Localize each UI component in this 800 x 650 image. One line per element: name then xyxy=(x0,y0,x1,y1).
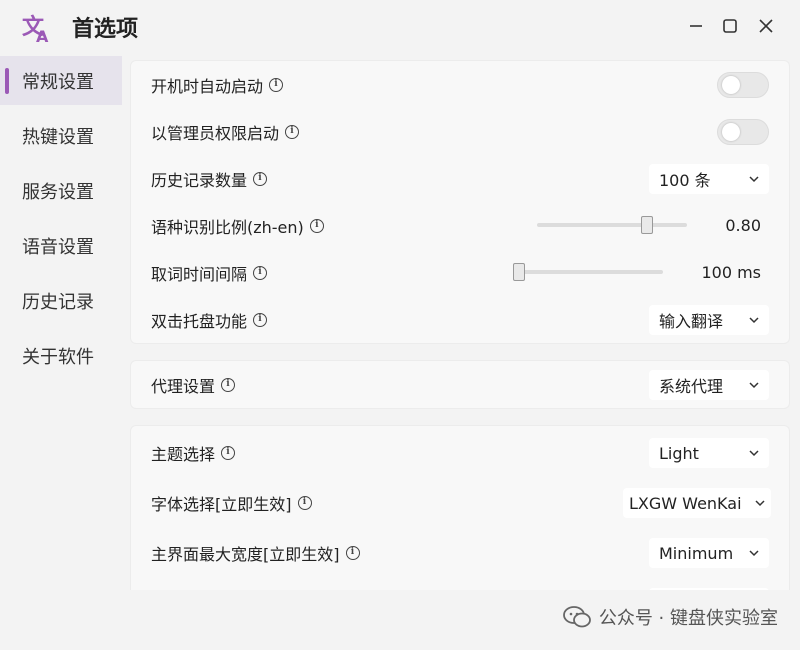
sidebar-item-label: 历史记录 xyxy=(22,291,94,313)
partial-select[interactable] xyxy=(649,588,769,590)
svg-text:A: A xyxy=(36,27,49,44)
info-icon[interactable]: i xyxy=(285,124,300,139)
admin-row: 以管理员权限启动 i xyxy=(131,108,789,155)
sidebar-item-history[interactable]: 历史记录 xyxy=(0,276,122,325)
chevron-down-icon xyxy=(749,175,759,182)
history-count-label: 历史记录数量 xyxy=(151,170,248,190)
tray-dblclick-select[interactable]: 输入翻译 xyxy=(649,304,769,335)
info-icon[interactable]: i xyxy=(309,218,324,233)
chevron-down-icon xyxy=(749,316,759,323)
font-select[interactable]: LXGW WenKai xyxy=(623,488,771,518)
width-row: 主界面最大宽度[立即生效] i Minimum xyxy=(131,528,789,578)
lang-ratio-slider-thumb[interactable] xyxy=(641,216,654,234)
sidebar-item-general[interactable]: 常规设置 xyxy=(0,56,122,105)
title-bar: 文 A 首选项 xyxy=(0,0,800,52)
font-label: 字体选择[立即生效] xyxy=(151,495,292,514)
admin-toggle[interactable] xyxy=(717,118,769,145)
interval-value: 100 ms xyxy=(701,263,761,282)
font-row: 字体选择[立即生效] i LXGW WenKai xyxy=(131,478,789,528)
minimize-icon xyxy=(690,25,702,27)
watermark: 公众号 · 键盘侠实验室 xyxy=(562,604,778,630)
theme-value: Light xyxy=(659,443,699,463)
tray-dblclick-row: 双击托盘功能 i 输入翻译 xyxy=(131,296,789,343)
interval-label: 取词时间间隔 xyxy=(151,264,248,284)
window-title: 首选项 xyxy=(72,17,139,42)
proxy-settings-card: 代理设置 i 系统代理 xyxy=(130,360,790,409)
interval-slider-track[interactable] xyxy=(513,270,663,274)
info-icon[interactable]: i xyxy=(253,265,268,280)
sidebar-item-label: 常规设置 xyxy=(22,71,94,93)
autostart-label: 开机时自动启动 xyxy=(151,76,264,96)
font-value: LXGW WenKai xyxy=(629,493,742,513)
minimize-button[interactable] xyxy=(684,14,708,38)
tray-dblclick-value: 输入翻译 xyxy=(659,311,724,331)
info-icon[interactable]: i xyxy=(269,77,284,92)
autostart-toggle[interactable] xyxy=(717,71,769,98)
theme-select[interactable]: Light xyxy=(649,438,769,468)
info-icon[interactable]: i xyxy=(297,496,312,510)
proxy-label: 代理设置 xyxy=(151,376,216,396)
close-button[interactable] xyxy=(754,14,778,38)
sidebar-item-about[interactable]: 关于软件 xyxy=(0,331,122,380)
sidebar-item-label: 服务设置 xyxy=(22,181,94,203)
chevron-down-icon xyxy=(755,500,765,507)
theme-label: 主题选择 xyxy=(151,445,216,464)
lang-ratio-label: 语种识别比例(zh-en) xyxy=(151,217,304,237)
width-label: 主界面最大宽度[立即生效] xyxy=(151,545,340,564)
maximize-icon xyxy=(723,19,737,33)
info-icon[interactable]: i xyxy=(253,171,268,186)
partial-row xyxy=(131,578,789,590)
width-select[interactable]: Minimum xyxy=(649,538,769,568)
sidebar-item-label: 热键设置 xyxy=(22,126,94,148)
sidebar-item-speech[interactable]: 语音设置 xyxy=(0,221,122,270)
info-icon[interactable]: i xyxy=(221,377,236,392)
info-icon[interactable]: i xyxy=(345,546,360,560)
history-count-value: 100 条 xyxy=(659,170,711,190)
proxy-value: 系统代理 xyxy=(659,376,724,396)
admin-label: 以管理员权限启动 xyxy=(151,123,280,143)
proxy-row: 代理设置 i 系统代理 xyxy=(131,361,789,408)
close-icon xyxy=(759,19,773,33)
watermark-text: 公众号 · 键盘侠实验室 xyxy=(598,608,778,629)
chevron-down-icon xyxy=(749,550,759,557)
interval-slider-thumb[interactable] xyxy=(513,263,525,281)
width-value: Minimum xyxy=(659,543,734,563)
settings-content[interactable]: 开机时自动启动 i 以管理员权限启动 i 历史记录数量 i 100 条 语种识别… xyxy=(130,60,790,590)
chevron-down-icon xyxy=(749,381,759,388)
lang-ratio-value: 0.80 xyxy=(725,216,761,235)
chevron-down-icon xyxy=(749,450,759,457)
sidebar-item-label: 关于软件 xyxy=(22,346,94,368)
sidebar: 常规设置 热键设置 服务设置 语音设置 历史记录 关于软件 xyxy=(0,56,122,386)
wechat-icon xyxy=(562,606,591,628)
sidebar-item-services[interactable]: 服务设置 xyxy=(0,166,122,215)
maximize-button[interactable] xyxy=(718,14,742,38)
lang-ratio-row: 语种识别比例(zh-en) i 0.80 xyxy=(131,202,789,249)
lang-ratio-slider-track[interactable] xyxy=(537,223,687,227)
tray-dblclick-label: 双击托盘功能 xyxy=(151,311,248,331)
translate-app-icon: 文 A xyxy=(22,14,49,44)
info-icon[interactable]: i xyxy=(221,446,236,460)
history-count-row: 历史记录数量 i 100 条 xyxy=(131,155,789,202)
appearance-settings-card: 主题选择 i Light 字体选择[立即生效] i LXGW WenKai 主界… xyxy=(130,425,790,590)
history-count-select[interactable]: 100 条 xyxy=(649,163,769,194)
general-settings-card: 开机时自动启动 i 以管理员权限启动 i 历史记录数量 i 100 条 语种识别… xyxy=(130,60,790,344)
sidebar-item-label: 语音设置 xyxy=(22,236,94,258)
theme-row: 主题选择 i Light xyxy=(131,428,789,478)
proxy-select[interactable]: 系统代理 xyxy=(649,369,769,400)
sidebar-item-hotkeys[interactable]: 热键设置 xyxy=(0,111,122,160)
info-icon[interactable]: i xyxy=(253,312,268,327)
autostart-row: 开机时自动启动 i xyxy=(131,61,789,108)
interval-row: 取词时间间隔 i 100 ms xyxy=(131,249,789,296)
